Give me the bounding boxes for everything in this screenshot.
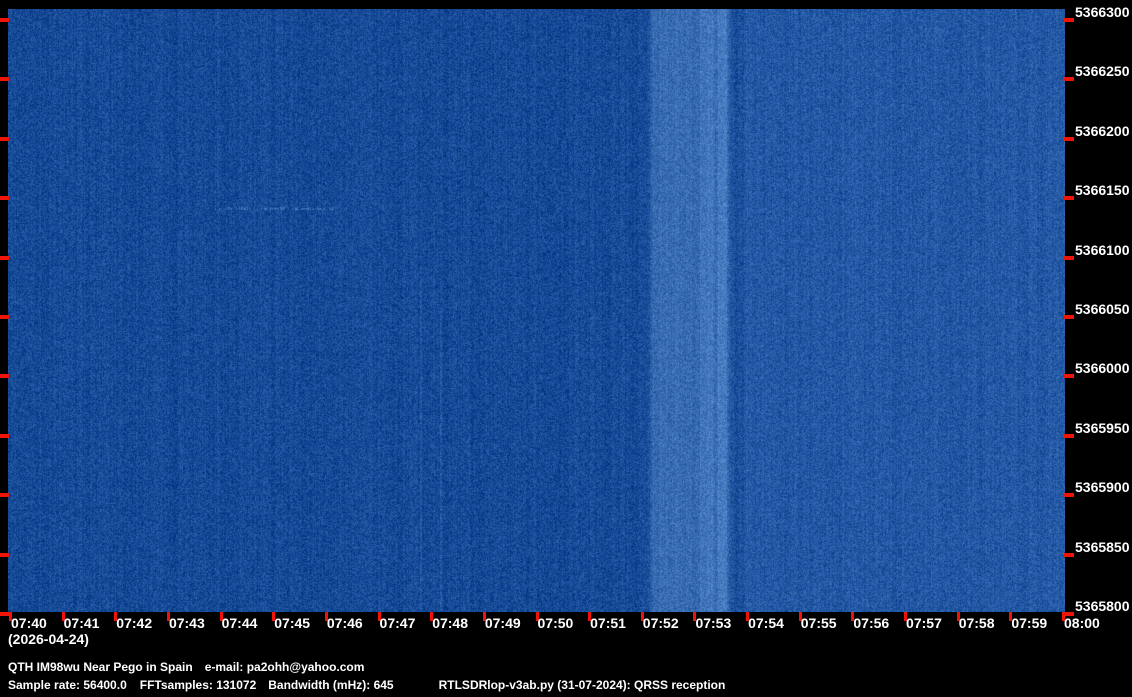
time-axis-label: 07:48 [432,615,468,631]
time-axis-label: 07:46 [326,615,363,631]
freq-tick-left [0,77,9,82]
waterfall-spectrogram [8,9,1065,612]
freq-tick-right [1064,493,1074,498]
sample-rate-label: Sample rate: 56400.0 [8,678,127,692]
freq-tick-left [0,493,9,498]
program-label: RTLSDRlop-v3ab.py (31-07-2024): QRSS rec… [438,678,726,692]
freq-tick-left [0,315,9,319]
bandwidth-label: Bandwidth (mHz): 645 [268,678,394,692]
freq-tick-left [0,612,9,616]
freq-axis-label: 5366300 [1075,4,1130,20]
freq-tick-right [1064,552,1074,557]
freq-tick-left [0,374,9,379]
freq-axis-label: 5365850 [1075,538,1130,555]
time-axis-label: 07:40 [11,615,47,631]
freq-tick-left [0,255,9,260]
freq-tick-right [1064,433,1074,438]
freq-tick-left [0,552,9,557]
time-axis-label: 07:41 [63,615,100,631]
freq-tick-right [1064,77,1074,82]
time-axis-label: 07:57 [906,615,942,631]
freq-axis-label: 5366250 [1075,63,1130,80]
freq-axis-label: 5366000 [1075,360,1130,377]
time-axis-label: 07:52 [642,615,679,631]
freq-axis-label: 5365900 [1075,479,1130,496]
time-axis-label: 07:49 [484,615,521,631]
time-axis-label: 07:59 [1011,615,1048,631]
time-axis-label: 07:56 [853,615,890,631]
freq-tick-left [0,196,9,201]
freq-axis-label: 5365950 [1075,419,1130,436]
freq-axis-label: 5366200 [1075,122,1130,139]
time-axis-label: 07:47 [379,615,416,631]
email-label: e-mail: pa2ohh@yahoo.com [204,660,365,674]
freq-tick-right [1064,374,1074,379]
time-axis-label: 07:53 [695,615,732,631]
freq-tick-left [0,18,9,22]
freq-tick-right [1064,196,1074,201]
time-axis-label: 07:50 [537,615,574,631]
time-axis-label: 08:00 [1064,615,1100,631]
freq-tick-left [0,136,9,141]
freq-tick-right [1064,315,1074,319]
station-info-line: QTH IM98wu Near Pego in Spain e-mail: pa… [8,660,364,674]
date-label: (2026-04-24) [8,631,89,647]
time-axis-label: 07:45 [274,615,311,631]
time-axis-label: 07:54 [748,615,784,631]
freq-tick-left [0,433,9,438]
freq-axis-label: 5365800 [1075,598,1130,614]
freq-tick-right [1064,255,1074,260]
time-axis-label: 07:51 [590,615,626,631]
freq-tick-right [1064,18,1074,22]
time-axis-label: 07:42 [116,615,153,631]
freq-axis-label: 5366150 [1075,182,1130,199]
freq-tick-right [1064,136,1074,141]
time-axis-label: 07:43 [168,615,205,631]
time-axis-label: 07:58 [958,615,995,631]
settings-info-line: Sample rate: 56400.0 FFTsamples: 131072 … [8,678,725,692]
time-axis-label: 07:55 [800,615,837,631]
freq-axis-label: 5366050 [1075,301,1130,317]
app-window: 5366300 5366250 5366200 5366150 5366100 53660… [0,0,1132,697]
qth-label: QTH IM98wu Near Pego in Spain [8,660,193,674]
freq-axis-label: 5366100 [1075,241,1130,258]
time-axis-label: 07:44 [221,615,258,631]
fft-samples-label: FFTsamples: 131072 [139,678,257,692]
